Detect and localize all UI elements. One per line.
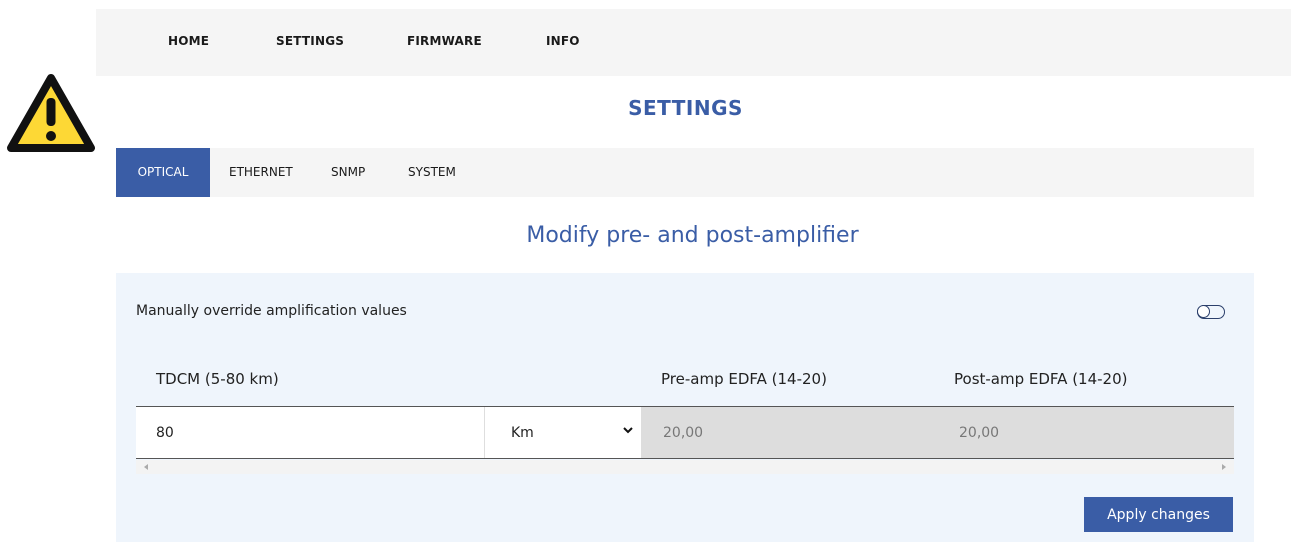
page-title: SETTINGS bbox=[628, 96, 743, 120]
scroll-left-icon[interactable] bbox=[144, 464, 148, 470]
nav-info[interactable]: INFO bbox=[546, 34, 580, 48]
nav-settings[interactable]: SETTINGS bbox=[276, 34, 344, 48]
settings-page: HOME SETTINGS FIRMWARE INFO SETTINGS OPT… bbox=[0, 0, 1291, 542]
section-title: Modify pre- and post-amplifier bbox=[526, 223, 859, 248]
toggle-knob bbox=[1197, 305, 1210, 318]
scroll-right-icon[interactable] bbox=[1222, 464, 1226, 470]
tab-snmp[interactable]: SNMP bbox=[331, 148, 365, 197]
unit-select[interactable]: Km bbox=[485, 407, 641, 458]
settings-tab-bar: OPTICAL ETHERNET SNMP SYSTEM bbox=[116, 148, 1254, 197]
amplifier-panel: Manually override amplification values T… bbox=[116, 273, 1254, 542]
pre-amp-cell: 20,00 bbox=[641, 407, 937, 458]
horizontal-scrollbar[interactable] bbox=[136, 460, 1234, 474]
unit-select-value: Km bbox=[511, 425, 534, 441]
table-row: Km 20,00 20,00 bbox=[136, 406, 1234, 459]
post-amp-cell: 20,00 bbox=[937, 407, 1234, 458]
override-label: Manually override amplification values bbox=[136, 303, 407, 319]
override-toggle[interactable] bbox=[1197, 305, 1225, 319]
tdcm-input[interactable] bbox=[136, 407, 484, 458]
chevron-down-icon bbox=[623, 427, 633, 434]
post-amp-value: 20,00 bbox=[959, 425, 1000, 441]
tab-optical[interactable]: OPTICAL bbox=[116, 148, 210, 197]
apply-changes-button[interactable]: Apply changes bbox=[1084, 497, 1233, 532]
nav-home[interactable]: HOME bbox=[168, 34, 209, 48]
nav-firmware[interactable]: FIRMWARE bbox=[407, 34, 482, 48]
column-header-pre-amp: Pre-amp EDFA (14-20) bbox=[661, 370, 827, 388]
pre-amp-value: 20,00 bbox=[663, 425, 704, 441]
tab-system[interactable]: SYSTEM bbox=[408, 148, 456, 197]
tab-ethernet[interactable]: ETHERNET bbox=[229, 148, 293, 197]
column-header-post-amp: Post-amp EDFA (14-20) bbox=[954, 370, 1128, 388]
tdcm-cell bbox=[136, 407, 485, 458]
top-nav-bar: HOME SETTINGS FIRMWARE INFO bbox=[96, 9, 1291, 76]
column-header-tdcm: TDCM (5-80 km) bbox=[156, 370, 279, 388]
